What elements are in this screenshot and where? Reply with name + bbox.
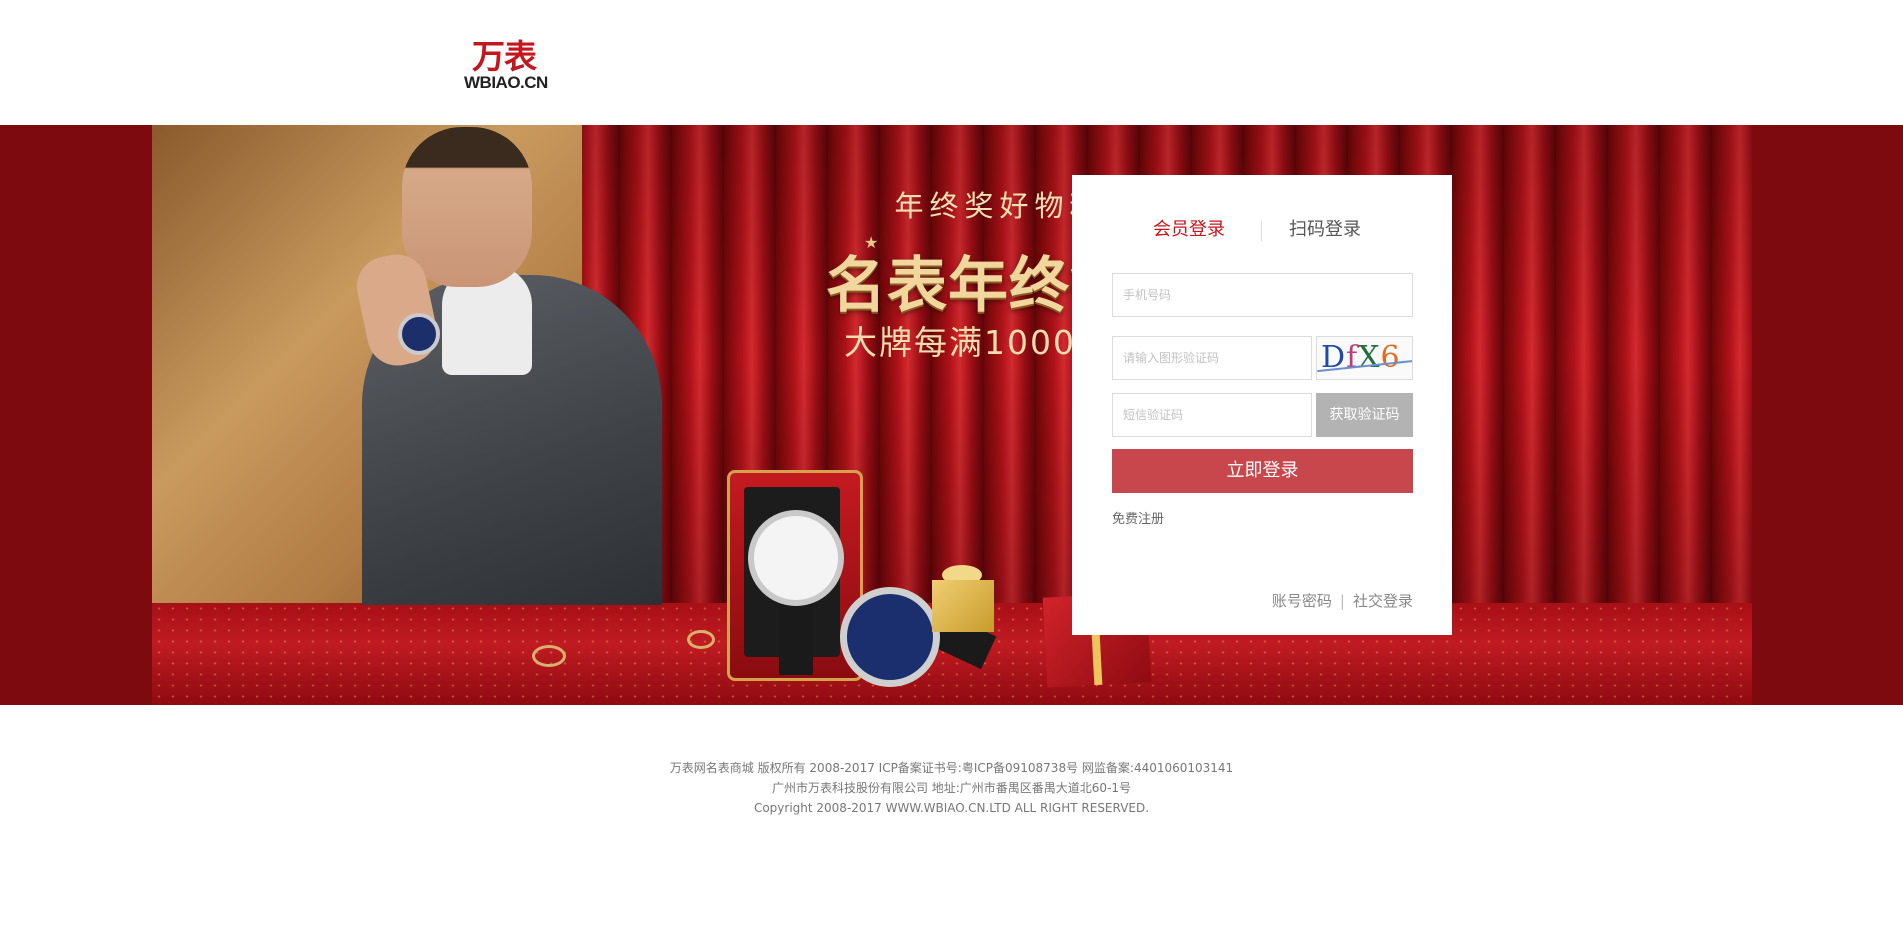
site-header: 万表 WBIAO.CN	[0, 0, 1903, 125]
image-code-input[interactable]	[1113, 337, 1311, 379]
register-link[interactable]: 免费注册	[1112, 508, 1164, 527]
sms-code-input[interactable]	[1113, 394, 1311, 436]
tab-divider	[1261, 221, 1262, 241]
white-watch-strap	[779, 595, 813, 675]
model-head	[402, 127, 532, 287]
promo-banner: 年终奖好物精选 ★ ★ 名表年终钜惠 大牌每满1000减150	[0, 125, 1903, 705]
ring-icon	[532, 645, 566, 667]
sms-code-field	[1112, 393, 1312, 437]
phone-field	[1112, 273, 1413, 317]
login-card: 会员登录 扫码登录 DfX6 获取验证码 立即登录 免费注册 账号密码 | 社交登录	[1072, 175, 1452, 635]
tab-qr-login[interactable]: 扫码登录	[1289, 215, 1361, 245]
model-watch-icon	[398, 313, 440, 355]
account-password-login-link[interactable]: 账号密码	[1272, 592, 1332, 610]
footer-rights-line: Copyright 2008-2017 WWW.WBIAO.CN.LTD ALL…	[753, 801, 1150, 815]
captcha-glyphs: DfX6	[1321, 339, 1401, 377]
captcha-char: X	[1358, 340, 1381, 375]
gold-gift-icon	[932, 580, 994, 632]
social-login-link[interactable]: 社交登录	[1353, 592, 1413, 610]
get-sms-code-button[interactable]: 获取验证码	[1316, 393, 1413, 437]
alt-login-links: 账号密码 | 社交登录	[1272, 590, 1413, 611]
banner-image: 年终奖好物精选 ★ ★ 名表年终钜惠 大牌每满1000减150	[152, 125, 1752, 705]
footer-address-line: 广州市万表科技股份有限公司 地址:广州市番禺区番禺大道北60-1号	[771, 781, 1132, 795]
link-separator: |	[1339, 592, 1345, 610]
site-logo[interactable]: 万表 WBIAO.CN	[464, 38, 564, 92]
logo-chinese-text: 万表	[472, 37, 537, 76]
white-watch-icon	[748, 510, 844, 606]
tab-member-login[interactable]: 会员登录	[1153, 215, 1225, 245]
login-submit-button[interactable]: 立即登录	[1112, 449, 1413, 493]
captcha-char: f	[1346, 340, 1359, 375]
captcha-image[interactable]: DfX6	[1316, 336, 1413, 380]
login-tabs: 会员登录 扫码登录	[1072, 215, 1452, 245]
ring-icon	[687, 630, 715, 649]
captcha-char: 6	[1380, 340, 1401, 375]
logo-english-text: WBIAO.CN	[464, 73, 548, 92]
site-footer: 万表网名表商城 版权所有 2008-2017 ICP备案证书号:粤ICP备091…	[0, 758, 1903, 818]
star-icon: ★	[864, 233, 879, 252]
blue-watch-icon	[840, 587, 940, 687]
footer-copyright-line: 万表网名表商城 版权所有 2008-2017 ICP备案证书号:粤ICP备091…	[669, 761, 1234, 775]
phone-input[interactable]	[1113, 274, 1412, 316]
image-code-field	[1112, 336, 1312, 380]
